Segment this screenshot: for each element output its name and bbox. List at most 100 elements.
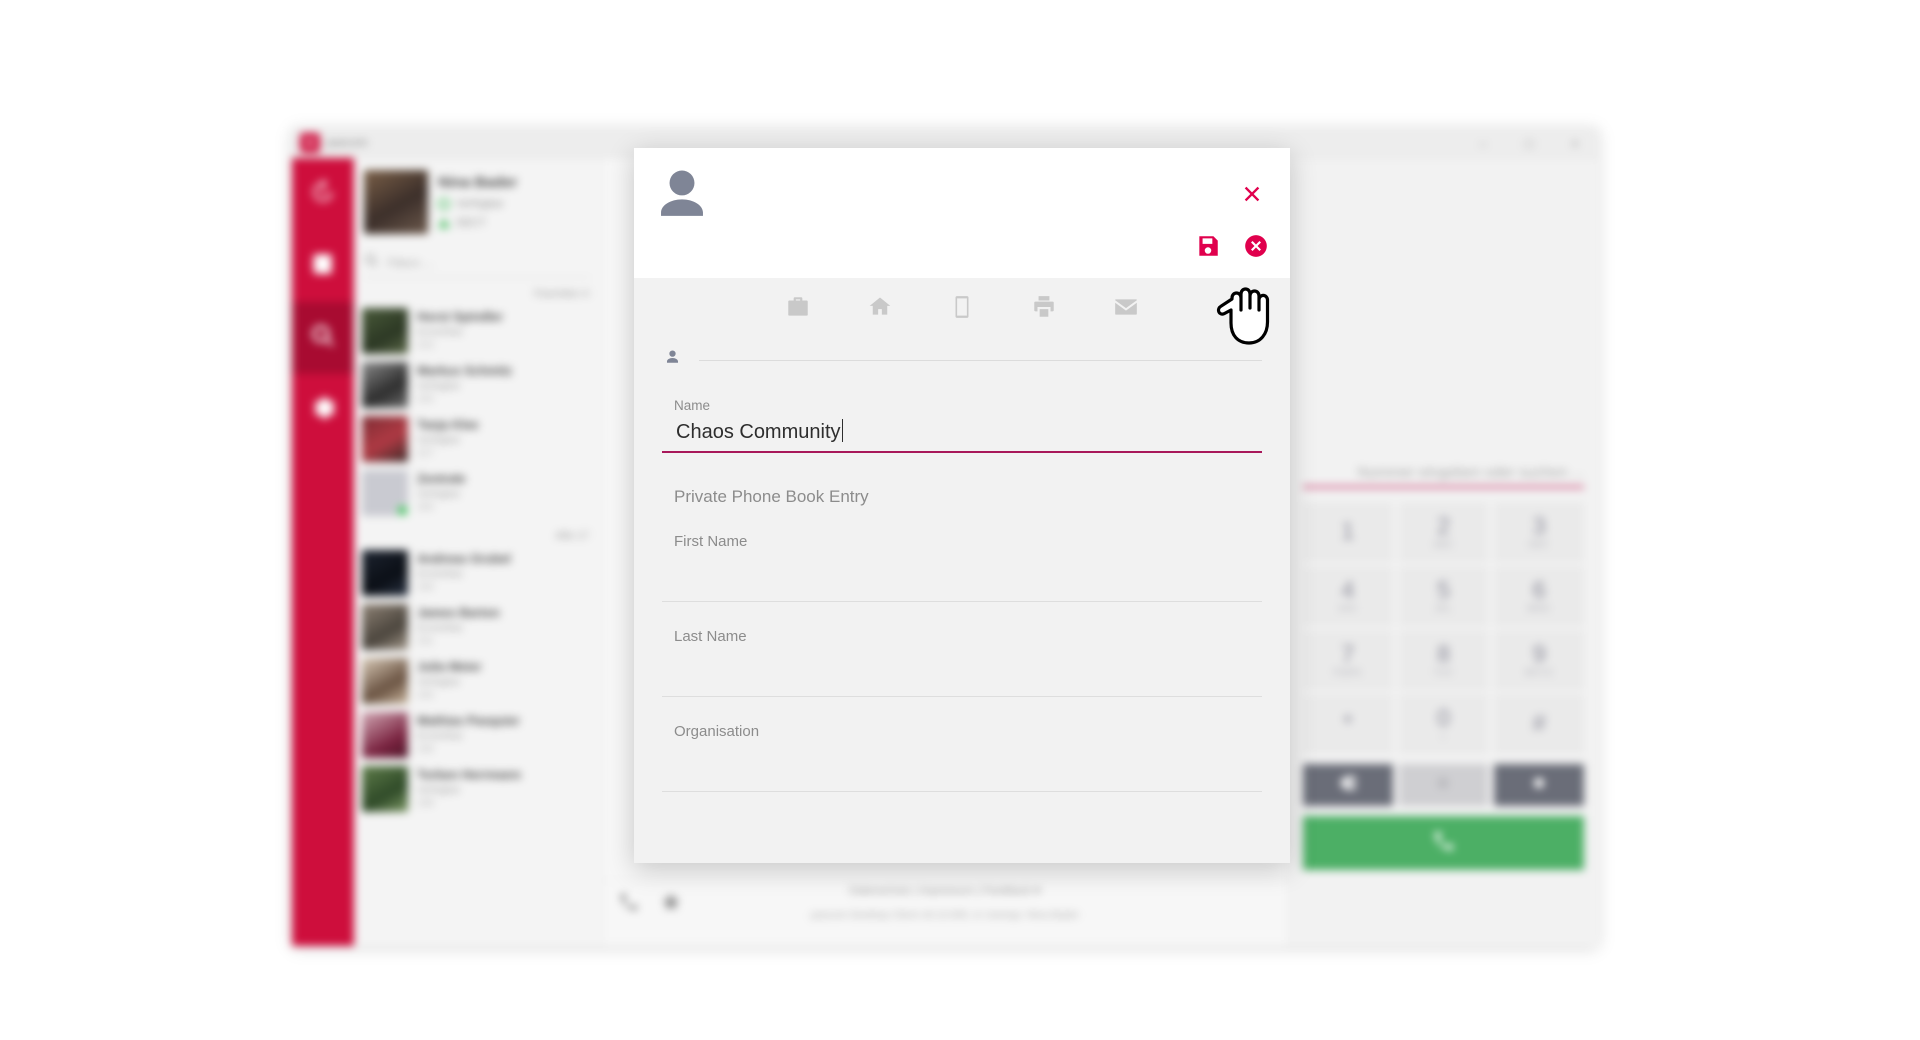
organisation-field[interactable]: Organisation: [662, 723, 1262, 792]
owner-input-line[interactable]: [699, 359, 1262, 361]
dial-input[interactable]: Nummer eingeben oder suchen ...: [1303, 464, 1584, 488]
keypad: 1 2 ABC 3 DEF 4 GHI 5 JKL 6 MNO 7 PQRS 8 TUV 9W…: [1303, 502, 1584, 752]
save-button[interactable]: [1194, 234, 1222, 262]
my-profile-card[interactable]: Nina Bader Verfügbar DECT: [354, 158, 601, 240]
contact-extension: 231: [417, 636, 434, 647]
name-input[interactable]: Chaos Community: [662, 413, 841, 451]
key-digit: 0: [1436, 704, 1451, 732]
name-field[interactable]: Name Chaos Community: [662, 398, 1262, 453]
list-item[interactable]: Julia Meier Verfügbar 234: [354, 654, 601, 708]
tab-email[interactable]: [1111, 294, 1141, 324]
first-name-label: First Name: [674, 533, 748, 550]
avatar: [362, 416, 408, 462]
minimize-button[interactable]: –: [1460, 128, 1506, 158]
contact-status: Erreichbar: [417, 623, 464, 634]
cancel-button[interactable]: [1242, 234, 1270, 262]
key-letters: +: [1440, 730, 1447, 741]
key-6[interactable]: 6 MNO: [1494, 566, 1584, 624]
filter-input[interactable]: Filtern ...: [387, 256, 434, 270]
maximize-button[interactable]: □: [1506, 128, 1552, 158]
key-digit: 2: [1436, 512, 1451, 540]
nav-rail: [292, 158, 354, 946]
phone-icon: [1432, 829, 1456, 858]
key-9[interactable]: 9 WXYZ: [1494, 630, 1584, 688]
my-device: DECT: [438, 217, 517, 229]
contact-name: Tanja Klee: [417, 418, 479, 432]
status-badge: [397, 505, 408, 516]
group-count: 17: [576, 530, 589, 542]
envelope-icon: [1113, 294, 1139, 325]
list-item[interactable]: Mathias Pasquier Erreichbar 236: [354, 708, 601, 762]
record-icon: [1529, 773, 1549, 798]
key-0[interactable]: 0 +: [1398, 694, 1489, 752]
key-7[interactable]: 7 PQRS: [1303, 630, 1393, 688]
key-digit: *: [1343, 709, 1353, 737]
key-2[interactable]: 2 ABC: [1398, 502, 1489, 560]
home-icon: [867, 294, 893, 325]
dialog-close-button[interactable]: [1238, 182, 1266, 210]
key-letters: PQRS: [1333, 666, 1362, 677]
key-letters: MNO: [1527, 602, 1551, 613]
list-item[interactable]: Torben Herrmann Verfügbar 238: [354, 762, 601, 816]
floppy-save-icon: [1195, 233, 1221, 264]
my-status-label: Verfügbar: [456, 198, 504, 210]
key-letters: JKL: [1434, 602, 1453, 613]
text-caret: [841, 419, 843, 442]
footer-links[interactable]: Datenschutz | Impressum | Feedback ♥: [602, 885, 1288, 897]
sidebar-item-settings[interactable]: [292, 374, 354, 446]
first-name-field[interactable]: First Name: [662, 533, 1262, 602]
sidebar-item-contacts[interactable]: [292, 230, 354, 302]
key-3[interactable]: 3 DEF: [1494, 502, 1584, 560]
tab-work[interactable]: [783, 294, 813, 324]
key-1[interactable]: 1: [1303, 502, 1393, 560]
list-item[interactable]: Markus Schmitz Verfügbar 225: [354, 358, 601, 412]
tab-fax[interactable]: [1029, 294, 1059, 324]
status-dot-icon: [438, 198, 450, 210]
backspace-icon: [1338, 773, 1358, 798]
contact-extension: 238: [417, 798, 434, 809]
sidebar-item-search[interactable]: [292, 302, 354, 374]
video-icon: [1433, 773, 1453, 798]
contacts-column: Nina Bader Verfügbar DECT Filtern ... Fa…: [354, 158, 602, 946]
footer-version: pascom Desktop Client v8.13.005, in User…: [810, 909, 1080, 921]
contact-extension: 236: [417, 744, 434, 755]
key-4[interactable]: 4 GHI: [1303, 566, 1393, 624]
sidebar-item-history[interactable]: [292, 158, 354, 230]
contact-status: Erreichbar: [417, 569, 464, 580]
key-5[interactable]: 5 JKL: [1398, 566, 1489, 624]
key-8[interactable]: 8 TUV: [1398, 630, 1489, 688]
tab-mobile[interactable]: [947, 294, 977, 324]
list-item[interactable]: Tanja Klee Verfügbar 227: [354, 412, 601, 466]
search-icon: [364, 253, 379, 273]
filter-row[interactable]: Filtern ...: [364, 248, 591, 278]
contact-extension: 234: [417, 690, 434, 701]
contact-name: Horst Spindler: [417, 310, 504, 324]
tab-home[interactable]: [865, 294, 895, 324]
list-item[interactable]: Andreas Grubel Erreichbar 230: [354, 546, 601, 600]
dialog-tabs: [634, 278, 1290, 340]
app-logo-glyph: ■: [306, 136, 314, 149]
list-item[interactable]: Zentrale Verfügbar 200: [354, 466, 601, 520]
dialpad-column: Nummer eingeben oder suchen ... 1 2 ABC 3…: [1288, 158, 1598, 946]
key-star[interactable]: *: [1303, 694, 1393, 752]
backspace-button[interactable]: [1303, 764, 1393, 806]
my-status: Verfügbar: [438, 198, 517, 210]
avatar[interactable]: [648, 162, 716, 230]
key-hash[interactable]: #: [1494, 694, 1584, 752]
dialog-action-buttons: [1194, 234, 1270, 262]
record-button[interactable]: [1494, 764, 1584, 806]
last-name-field[interactable]: Last Name: [662, 628, 1262, 697]
call-button[interactable]: [1303, 816, 1584, 870]
key-digit: 9: [1532, 640, 1546, 668]
list-item[interactable]: Horst Spindler Erreichbar 223: [354, 304, 601, 358]
contact-extension: 223: [417, 340, 434, 351]
key-digit: 1: [1341, 517, 1355, 545]
section-title: Private Phone Book Entry: [674, 487, 869, 506]
contact-status: Verfügbar: [417, 785, 461, 796]
video-button[interactable]: [1398, 764, 1489, 806]
close-button[interactable]: ×: [1552, 128, 1598, 158]
list-item[interactable]: James Barton Erreichbar 231: [354, 600, 601, 654]
avatar: [362, 658, 408, 704]
owner-field[interactable]: [662, 340, 1262, 380]
key-letters: TUV: [1433, 666, 1454, 677]
